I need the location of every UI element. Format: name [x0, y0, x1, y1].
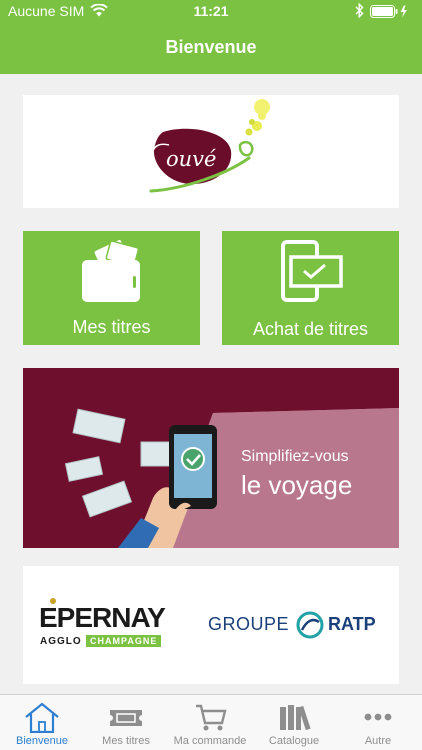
wallet-icon: [82, 240, 140, 302]
promo-line-2: le voyage: [241, 470, 353, 500]
achat-titres-label: Achat de titres: [252, 319, 369, 339]
epernay-agglo: AGGLO: [40, 636, 82, 647]
mes-titres-tile[interactable]: Mes titres: [23, 231, 200, 345]
tab-autre-label: Autre: [364, 735, 392, 747]
tab-mes-titres[interactable]: Mes titres: [84, 695, 168, 750]
page-title: Bienvenue: [165, 37, 257, 57]
epernay-logo: EPERNAY AGGLO CHAMPAGNE: [39, 598, 169, 650]
brand-logo-card: ouvé: [23, 95, 399, 208]
epernay-title: EPERNAY: [39, 602, 166, 633]
tab-mes-titres-label: Mes titres: [102, 735, 150, 747]
battery-icon: [370, 5, 412, 21]
mes-titres-label: Mes titres: [72, 317, 151, 337]
tab-bienvenue-label: Bienvenue: [16, 735, 68, 747]
epernay-champagne: CHAMPAGNE: [86, 635, 162, 647]
tab-catalogue-label: Catalogue: [268, 735, 320, 747]
status-bar: Aucune SIM 11:21: [0, 0, 422, 22]
ticket-icon: [110, 710, 142, 726]
phone-ticket-check-icon: [281, 240, 343, 302]
tab-ma-commande[interactable]: Ma commande: [168, 695, 252, 750]
ratp-text: RATP: [328, 614, 376, 634]
tab-autre[interactable]: Autre: [336, 695, 420, 750]
tab-bar: Bienvenue Mes titres Ma commande Catalog…: [0, 694, 422, 750]
achat-titres-tile[interactable]: Achat de titres: [222, 231, 399, 345]
promo-banner[interactable]: Simplifiez-vous le voyage: [23, 368, 399, 548]
ratp-emblem-icon: [296, 611, 324, 639]
tab-ma-commande-label: Ma commande: [173, 735, 247, 747]
bluetooth-icon: [355, 2, 364, 21]
more-icon: [364, 713, 392, 721]
ratp-groupe-text: GROUPE: [208, 614, 290, 634]
mouveo-logo: ouvé: [149, 99, 270, 193]
partners-card: EPERNAY AGGLO CHAMPAGNE GROUPE RATP: [23, 566, 399, 684]
svg-text:ouvé: ouvé: [166, 147, 216, 171]
ratp-logo: GROUPE RATP: [208, 610, 394, 644]
home-icon: [25, 702, 59, 733]
cart-icon: [196, 704, 227, 731]
tab-bienvenue[interactable]: Bienvenue: [0, 695, 84, 750]
books-icon: [280, 705, 311, 731]
promo-line-1: Simplifiez-vous: [241, 448, 349, 465]
tab-catalogue[interactable]: Catalogue: [252, 695, 336, 750]
